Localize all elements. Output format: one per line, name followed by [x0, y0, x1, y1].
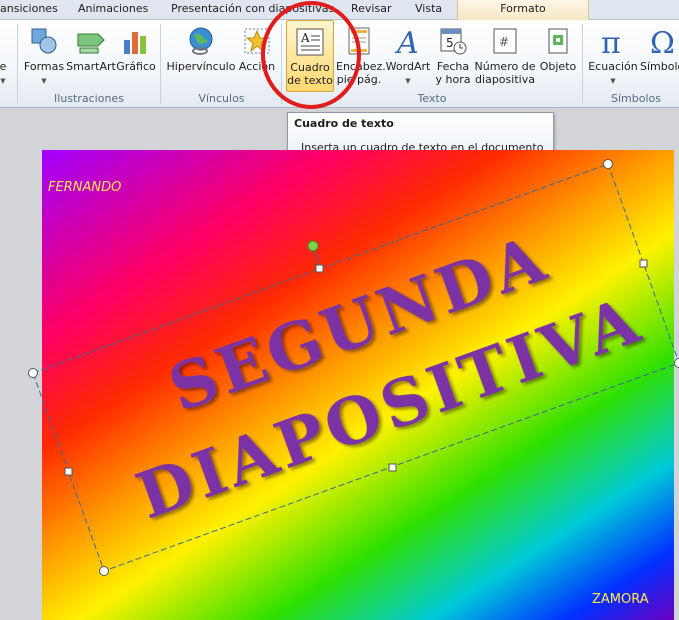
tab-transitions[interactable]: ansiciones	[0, 0, 58, 20]
svg-text:A: A	[394, 26, 419, 56]
wordart-icon: A	[394, 26, 419, 56]
svg-text:Ω: Ω	[650, 26, 675, 56]
slide-number-button[interactable]: # Número de diapositiva	[474, 20, 536, 92]
svg-text:5: 5	[446, 36, 454, 50]
shapes-icon	[31, 28, 57, 54]
action-button[interactable]: Acción	[237, 20, 277, 92]
partial-button-label: e	[0, 60, 7, 73]
group-label-text: Texto	[417, 92, 447, 105]
header-footer-button[interactable]: Encabez. pie pág.	[336, 20, 386, 92]
chevron-down-icon: ▼	[0, 77, 6, 85]
smartart-label: SmartArt	[66, 60, 116, 73]
object-icon	[548, 28, 568, 54]
group-separator	[281, 24, 282, 104]
wordart-button[interactable]: A WordArt ▼	[384, 20, 432, 92]
hyperlink-label: Hipervínculo	[166, 60, 236, 73]
ribbon-tab-bar: ansiciones Animaciones Presentación con …	[0, 0, 679, 20]
header-footer-label-1: Encabez.	[336, 60, 386, 73]
smartart-button[interactable]: SmartArt	[66, 20, 116, 92]
textbox-label-2: de texto	[287, 74, 333, 87]
author-text[interactable]: FERNANDO	[48, 180, 121, 195]
date-time-button[interactable]: 5 Fecha y hora	[434, 20, 472, 92]
group-separator	[17, 24, 18, 104]
svg-text:A: A	[300, 31, 310, 45]
pi-icon: π	[601, 26, 621, 56]
equation-button[interactable]: π Ecuación ▼	[588, 20, 638, 92]
header-footer-label-2: pie pág.	[336, 73, 382, 86]
equation-label: Ecuación	[588, 60, 638, 73]
ribbon: e ▼ Formas ▼ SmartArt Gráfico Ilustracio…	[0, 20, 679, 108]
shapes-button[interactable]: Formas ▼	[22, 20, 66, 92]
resize-handle-nw[interactable]	[28, 368, 38, 378]
group-label-symbols: Símbolos	[611, 92, 661, 105]
object-label: Objeto	[539, 60, 577, 73]
resize-handle-se[interactable]	[674, 358, 679, 368]
textbox-label-1: Cuadro	[290, 61, 330, 74]
group-separator	[160, 24, 161, 104]
chevron-down-icon: ▼	[405, 77, 411, 85]
chart-label: Gráfico	[116, 60, 156, 73]
calendar-clock-icon: 5	[440, 28, 467, 55]
svg-text:#: #	[499, 35, 509, 49]
tab-format[interactable]: Formato	[457, 0, 589, 20]
object-button[interactable]: Objeto	[538, 20, 578, 92]
group-label-links: Vínculos	[198, 92, 245, 105]
date-time-label-2: y hora	[435, 73, 471, 86]
shapes-label: Formas	[23, 60, 65, 73]
slide-number-label-1: Número de	[474, 60, 536, 73]
hyperlink-button[interactable]: Hipervínculo	[166, 20, 236, 92]
action-label: Acción	[238, 60, 276, 73]
textbox-button[interactable]: A Cuadro de texto	[286, 20, 334, 92]
header-footer-icon	[348, 27, 370, 55]
city-text[interactable]: ZAMORA	[592, 592, 649, 607]
slide-canvas[interactable]: FERNANDO ZAMORA	[42, 150, 674, 620]
chevron-down-icon: ▼	[610, 77, 616, 85]
svg-text:π: π	[601, 26, 621, 56]
bar-chart-icon	[124, 32, 146, 54]
globe-link-icon	[189, 27, 213, 55]
group-separator	[582, 24, 583, 104]
tab-slideshow[interactable]: Presentación con diapositivas	[171, 0, 337, 20]
tab-review[interactable]: Revisar	[351, 0, 401, 20]
symbol-label: Símbolo	[640, 60, 679, 73]
tooltip-title: Cuadro de texto	[294, 117, 394, 130]
partial-button[interactable]: e ▼	[0, 20, 10, 92]
tab-view[interactable]: Vista	[415, 0, 455, 20]
omega-icon: Ω	[650, 26, 675, 56]
slide-number-icon: #	[493, 28, 517, 54]
tab-animations[interactable]: Animaciones	[78, 0, 158, 20]
wordart-label: WordArt	[385, 60, 431, 73]
date-time-label-1: Fecha	[436, 60, 470, 73]
slide-number-label-2: diapositiva	[475, 73, 535, 86]
chevron-down-icon: ▼	[41, 77, 47, 85]
symbol-button[interactable]: Ω Símbolo	[640, 20, 679, 92]
action-star-icon	[244, 28, 270, 54]
textbox-icon: A	[296, 28, 324, 56]
group-label-illustrations: Ilustraciones	[54, 92, 124, 105]
smartart-icon	[77, 33, 105, 54]
chart-button[interactable]: Gráfico	[116, 20, 156, 92]
